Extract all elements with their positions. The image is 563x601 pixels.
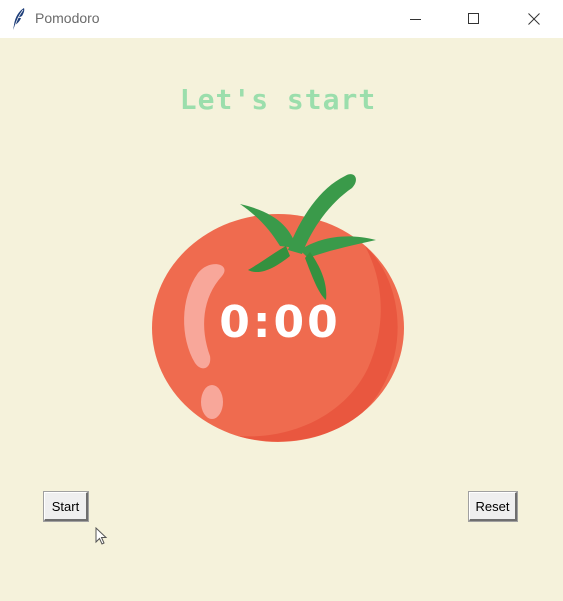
feather-icon	[11, 7, 27, 31]
start-button[interactable]: Start	[44, 492, 88, 521]
reset-button[interactable]: Reset	[469, 492, 517, 521]
close-icon	[528, 10, 540, 29]
minimize-icon	[410, 10, 422, 29]
window-title: Pomodoro	[35, 10, 100, 26]
close-button[interactable]	[505, 0, 563, 38]
mouse-cursor-icon	[95, 526, 109, 547]
maximize-button[interactable]	[445, 0, 503, 38]
minimize-button[interactable]	[387, 0, 445, 38]
pomodoro-window: Pomodoro Let's start 0:00 Start Reset	[0, 0, 563, 601]
timer-display: 0:00	[219, 297, 341, 348]
status-heading: Let's start	[179, 83, 377, 116]
app-canvas: Let's start 0:00 Start Reset	[0, 38, 563, 601]
maximize-icon	[468, 10, 480, 29]
title-bar[interactable]: Pomodoro	[0, 0, 563, 38]
